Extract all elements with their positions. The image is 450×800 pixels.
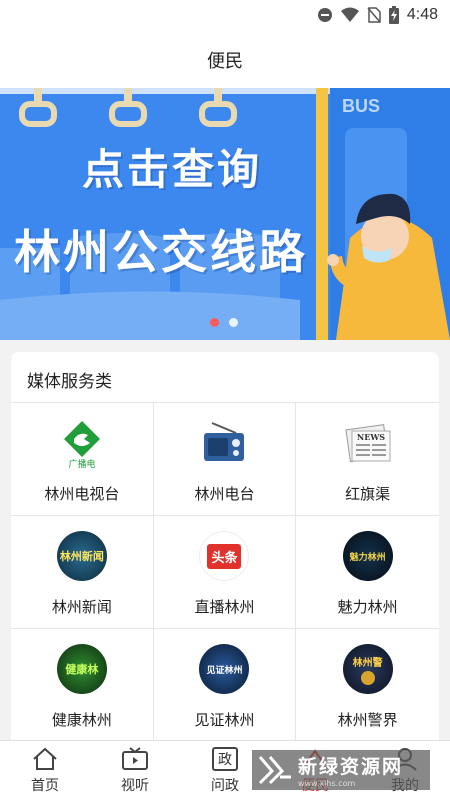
- grid-item-health-linzhou[interactable]: 健康林 健康林州: [11, 629, 154, 742]
- tv-logo-caption: 广播电: [68, 458, 95, 469]
- grid-item-label: 林州电视台: [44, 485, 120, 503]
- title-bar: 便民: [0, 32, 450, 88]
- banner-carousel[interactable]: 点击查询 林州公交线路 BUS: [0, 88, 450, 340]
- grid-item-linzhou-news[interactable]: 林州新闻 林州新闻: [11, 516, 154, 629]
- section-title: 媒体服务类: [27, 372, 112, 392]
- toutiao-caption: 头条: [207, 543, 242, 569]
- tab-audio-video[interactable]: 视听: [90, 741, 180, 800]
- police-badge-icon: 林州警: [342, 643, 394, 695]
- radio-icon: [198, 417, 250, 469]
- banner-headline-query: 点击查询: [82, 145, 263, 194]
- grid-item-label: 红旗渠: [345, 485, 391, 503]
- health-linzhou-icon: 健康林: [56, 643, 108, 695]
- grid-item-label: 林州电台: [194, 485, 255, 503]
- status-time: 4:48: [406, 6, 438, 23]
- grid-item-label: 见证林州: [194, 711, 255, 729]
- grid-item-charm-linzhou[interactable]: 魅力林州 魅力林州: [296, 516, 439, 629]
- page-title: 便民: [207, 51, 243, 72]
- witness-badge: 见证林州: [199, 644, 250, 694]
- bus-sign: BUS: [342, 96, 381, 116]
- grid-item-linzhou-tv[interactable]: 广播电 林州电视台: [11, 403, 154, 516]
- carousel-dot[interactable]: [229, 318, 238, 327]
- home-icon: [33, 747, 57, 770]
- grid-item-label: 林州新闻: [51, 598, 112, 616]
- police-emblem-icon: [360, 670, 375, 685]
- media-grid: 广播电 林州电视台 林州电台 NEWS 红旗渠 林州新闻 林州新闻 头条 直播林…: [11, 402, 439, 742]
- watermark-overlay: 新绿资源网 www.xlhs.com: [252, 750, 430, 790]
- charm-badge: 魅力林州: [342, 531, 393, 581]
- grid-item-linzhou-radio[interactable]: 林州电台: [153, 403, 297, 516]
- grid-item-witness-linzhou[interactable]: 见证林州 见证林州: [153, 629, 297, 742]
- grid-item-label: 直播林州: [194, 598, 255, 616]
- newspaper-caption: NEWS: [357, 432, 385, 442]
- status-icons: 4:48: [317, 6, 438, 24]
- witness-linzhou-icon: 见证林州: [198, 643, 250, 695]
- tab-home[interactable]: 首页: [0, 741, 90, 800]
- wifi-icon: [340, 7, 359, 22]
- grid-item-live-linzhou[interactable]: 头条 直播林州: [153, 516, 297, 629]
- banner-headline-bus-routes: 林州公交线路: [14, 225, 308, 279]
- tab-label: 问政: [211, 778, 239, 794]
- watermark-title: 新绿资源网: [298, 756, 404, 778]
- tab-label: 首页: [31, 778, 59, 794]
- do-not-disturb-icon: [317, 8, 332, 22]
- toutiao-icon: 头条: [198, 530, 250, 582]
- watermark-logo-icon: [258, 756, 291, 785]
- grid-item-label: 林州警界: [337, 711, 398, 729]
- broadcast-tv-logo-icon: 广播电: [56, 417, 108, 469]
- carousel-dots: [210, 318, 238, 327]
- banner-illustration: [0, 88, 450, 340]
- status-bar: 4:48: [0, 0, 450, 32]
- linzhou-news-badge: 林州新闻: [56, 531, 107, 581]
- grid-item-label: 魅力林州: [337, 598, 398, 616]
- newspaper-icon: NEWS: [342, 417, 394, 469]
- health-badge: 健康林: [56, 644, 107, 694]
- charm-linzhou-icon: 魅力林州: [342, 530, 394, 582]
- tab-label: 视听: [121, 778, 149, 794]
- linzhou-news-icon: 林州新闻: [56, 530, 108, 582]
- no-sim-icon: [367, 7, 381, 23]
- tv-icon: [122, 747, 148, 770]
- grid-item-linzhou-police[interactable]: 林州警 林州警界: [296, 629, 439, 742]
- battery-charging-icon: [388, 6, 399, 24]
- inquiry-icon: 政: [212, 747, 238, 771]
- grid-item-label: 健康林州: [51, 711, 112, 729]
- grid-item-hongqiqu[interactable]: NEWS 红旗渠: [296, 403, 439, 516]
- media-services-card: 媒体服务类 广播电 林州电视台 林州电台 NEWS 红旗渠 林州新闻 林州新闻 …: [11, 352, 439, 752]
- police-caption: 林州警: [352, 657, 383, 669]
- carousel-dot-active[interactable]: [210, 318, 219, 327]
- watermark-url: www.xlhs.com: [298, 779, 356, 788]
